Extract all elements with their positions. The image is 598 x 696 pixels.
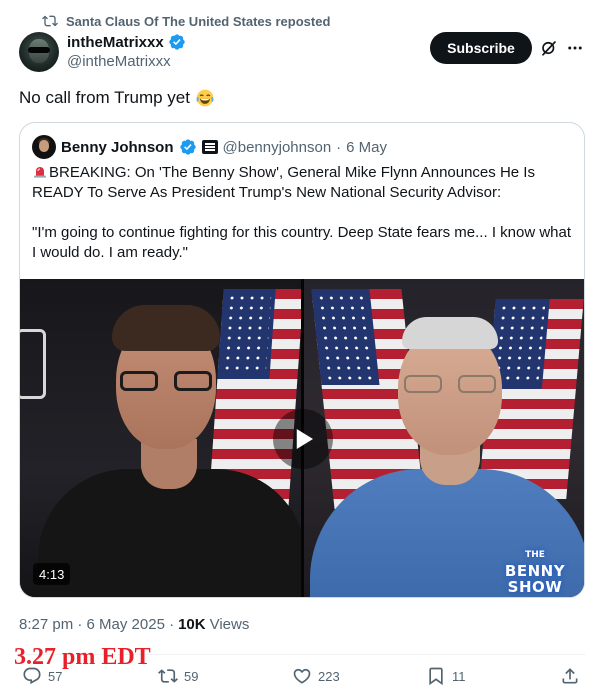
- quoted-tweet-header: Benny Johnson @bennyjohnson · 6 May: [32, 135, 387, 159]
- repost-button[interactable]: 59: [158, 666, 198, 686]
- quoted-author-avatar[interactable]: [32, 135, 56, 159]
- like-button[interactable]: 223: [292, 666, 340, 686]
- repost-icon: [158, 669, 178, 683]
- repost-context[interactable]: Santa Claus Of The United States reposte…: [42, 12, 330, 30]
- views-label: Views: [209, 616, 250, 633]
- reply-icon: [23, 667, 41, 685]
- like-count: 223: [318, 668, 340, 684]
- more-icon[interactable]: [566, 39, 584, 57]
- quoted-separator: ·: [336, 138, 342, 156]
- reply-button[interactable]: 57: [22, 666, 62, 686]
- tweet-timestamp[interactable]: 8:27 pm · 6 May 2025 ·: [19, 616, 174, 633]
- repost-label: Santa Claus Of The United States reposte…: [66, 13, 331, 29]
- quoted-author-name[interactable]: Benny Johnson: [61, 139, 174, 156]
- affiliate-badge-icon: [201, 140, 218, 154]
- bookmark-icon: [429, 667, 443, 686]
- bookmark-count: 11: [452, 668, 466, 684]
- subscribe-button[interactable]: Subscribe: [430, 32, 532, 64]
- siren-emoji-icon: [34, 167, 46, 178]
- repost-count: 59: [184, 668, 199, 684]
- video-duration: 4:13: [33, 563, 71, 585]
- like-icon: [293, 668, 311, 684]
- laughing-emoji-icon: [196, 89, 214, 107]
- author-avatar[interactable]: [19, 32, 59, 72]
- play-icon: [296, 429, 313, 449]
- show-logo: THE BENNY SHOW: [504, 550, 566, 596]
- author-handle[interactable]: @intheMatrixxx: [67, 53, 171, 70]
- video-left-panel: [20, 279, 306, 597]
- author-name[interactable]: intheMatrixxx: [67, 34, 164, 51]
- quoted-tweet-card[interactable]: Benny Johnson @bennyjohnson · 6 May BREA…: [19, 122, 585, 598]
- reply-count: 57: [48, 668, 63, 684]
- verified-icon: [169, 34, 185, 50]
- bookmark-button[interactable]: 11: [426, 666, 466, 686]
- tweet-text-content: No call from Trump yet: [19, 88, 190, 107]
- author-name-row[interactable]: intheMatrixxx: [67, 33, 186, 51]
- quoted-tweet-text: BREAKING: On 'The Benny Show', General M…: [32, 163, 572, 263]
- play-button[interactable]: [273, 409, 333, 469]
- quoted-text-paragraph-1: BREAKING: On 'The Benny Show', General M…: [32, 163, 572, 203]
- share-icon: [562, 668, 578, 684]
- quoted-video[interactable]: 4:13 THE BENNY SHOW: [20, 279, 584, 597]
- repost-icon: [42, 15, 58, 27]
- quoted-text-line-1: BREAKING: On 'The Benny Show', General M…: [32, 164, 535, 201]
- quoted-date[interactable]: 6 May: [346, 139, 387, 156]
- views-count[interactable]: 10K: [178, 616, 206, 633]
- quoted-author-handle[interactable]: @bennyjohnson: [223, 139, 332, 156]
- tweet-text: No call from Trump yet: [19, 88, 215, 108]
- quoted-text-paragraph-2: "I'm going to continue fighting for this…: [32, 224, 572, 261]
- grok-icon[interactable]: [540, 39, 558, 57]
- verified-icon: [179, 139, 196, 155]
- share-button[interactable]: [560, 666, 580, 686]
- tweet-meta: 8:27 pm · 6 May 2025 · 10K Views: [19, 616, 249, 633]
